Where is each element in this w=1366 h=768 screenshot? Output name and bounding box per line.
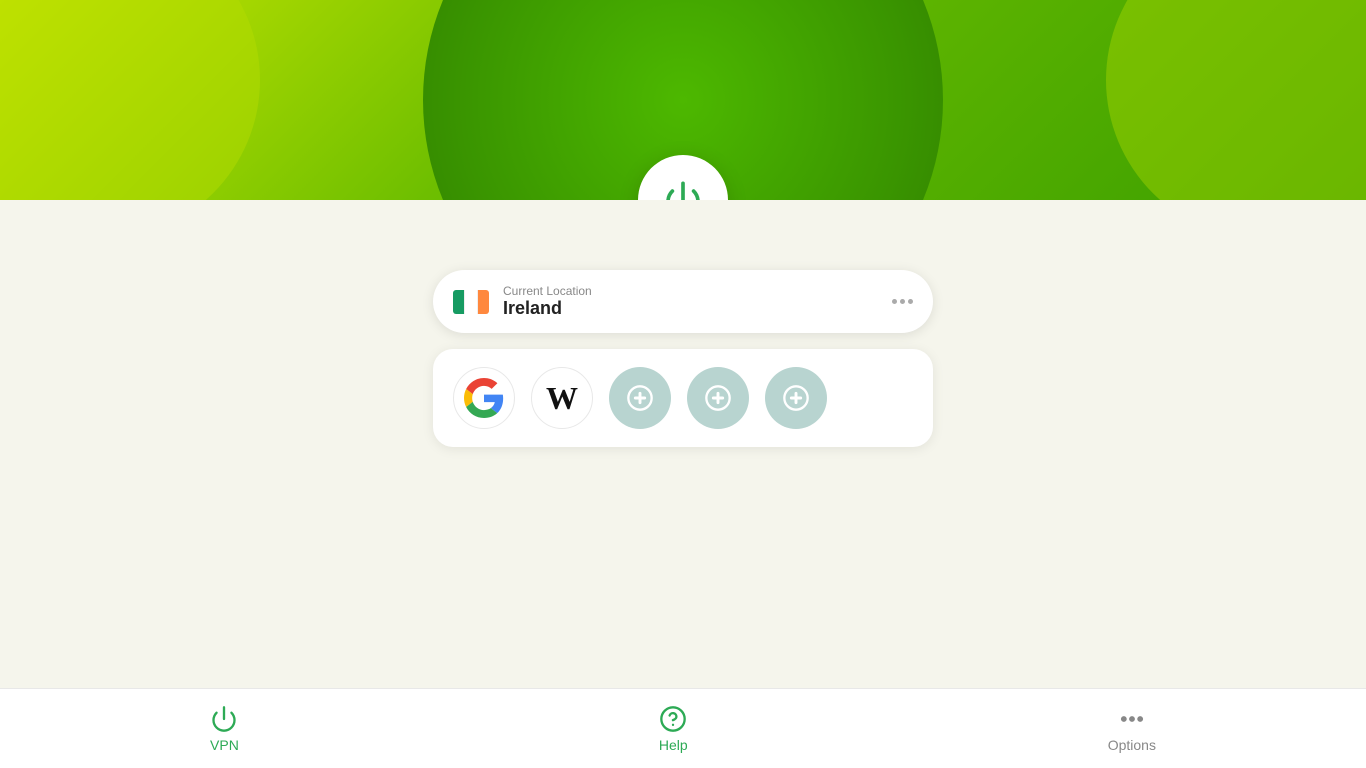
options-label: Options (1108, 737, 1156, 753)
wikipedia-letter: W (546, 380, 578, 417)
options-icon (1118, 705, 1146, 733)
shortcut-google[interactable] (453, 367, 515, 429)
shortcut-wikipedia[interactable]: W (531, 367, 593, 429)
flag-orange-stripe (478, 290, 489, 314)
top-banner (0, 0, 1366, 200)
shortcut-add-1[interactable] (609, 367, 671, 429)
location-country: Ireland (503, 298, 592, 319)
nav-item-vpn[interactable]: VPN (170, 697, 279, 761)
location-more-button[interactable] (892, 299, 913, 304)
google-logo (464, 378, 504, 418)
dot2 (900, 299, 905, 304)
add-icon-1 (626, 384, 654, 412)
nav-item-options[interactable]: Options (1068, 697, 1196, 761)
location-left: Current Location Ireland (453, 284, 592, 319)
dot3 (908, 299, 913, 304)
vpn-label: VPN (210, 737, 239, 753)
ireland-flag (453, 290, 489, 314)
dot1 (892, 299, 897, 304)
location-card[interactable]: Current Location Ireland (433, 270, 933, 333)
shortcut-add-3[interactable] (765, 367, 827, 429)
shortcuts-card: W (433, 349, 933, 447)
location-text: Current Location Ireland (503, 284, 592, 319)
vpn-power-icon (210, 705, 238, 733)
shortcut-add-2[interactable] (687, 367, 749, 429)
bottom-nav: VPN Help Options (0, 688, 1366, 768)
nav-item-help[interactable]: Help (619, 697, 728, 761)
power-icon (663, 180, 703, 200)
help-icon (659, 705, 687, 733)
banner-circle-left (0, 0, 260, 200)
main-content: Current Location Ireland W (0, 200, 1366, 688)
add-icon-3 (782, 384, 810, 412)
banner-circle-right (1106, 0, 1366, 200)
location-label: Current Location (503, 284, 592, 298)
flag-green-stripe (453, 290, 464, 314)
help-label: Help (659, 737, 688, 753)
add-icon-2 (704, 384, 732, 412)
flag-white-stripe (464, 290, 477, 314)
